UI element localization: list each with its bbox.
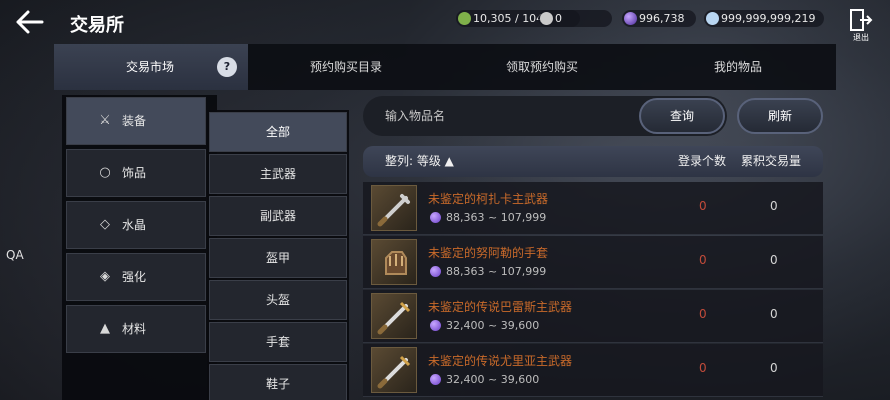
potion-icon: ▲ — [100, 321, 110, 336]
subcategory-panel: 全部 主武器 副武器 盔甲 头盔 手套 鞋子 — [207, 110, 349, 400]
exit-button[interactable]: 退出 — [848, 8, 874, 42]
category-label: 强化 — [122, 270, 147, 284]
item-price: 32,400 ~ 39,600 — [430, 319, 539, 332]
item-price: 88,363 ~ 107,999 — [430, 265, 546, 278]
purple-gem-icon — [430, 266, 441, 277]
price-range: 88,363 ~ 107,999 — [446, 265, 547, 278]
crystal-icon — [706, 12, 719, 25]
tab-label: 我的物品 — [713, 60, 762, 74]
subcategory-main-weapon[interactable]: 主武器 — [209, 154, 347, 194]
category-label: 水晶 — [122, 218, 147, 232]
table-row[interactable]: 未鉴定的努阿勒的手套 88,363 ~ 107,999 0 0 — [363, 236, 823, 289]
search-input[interactable] — [385, 96, 635, 136]
column-header-count: 登录个数 — [678, 154, 727, 168]
tab-claim-reserve[interactable]: 领取预约购买 — [444, 44, 640, 90]
currency-purple-gem: 996,738 — [622, 10, 696, 27]
crossed-swords-icon: ⚔ — [99, 113, 111, 128]
trade-volume: 0 — [770, 253, 778, 267]
help-icon[interactable]: ? — [217, 57, 237, 77]
tab-label: 交易市场 — [126, 60, 175, 74]
currency-silver: 0 — [538, 10, 612, 27]
item-price: 32,400 ~ 39,600 — [430, 373, 539, 386]
listing-count: 0 — [699, 307, 707, 321]
purple-gem-icon — [430, 374, 441, 385]
item-name: 未鉴定的传说巴雷斯主武器 — [428, 300, 573, 314]
tab-label: 领取预约购买 — [505, 60, 578, 74]
page-title: 交易所 — [70, 15, 124, 36]
trade-volume: 0 — [770, 361, 778, 375]
table-row[interactable]: 未鉴定的传说巴雷斯主武器 32,400 ~ 39,600 0 0 — [363, 290, 823, 343]
ring-icon: ○ — [99, 165, 111, 180]
gauntlet-item-icon — [371, 239, 417, 285]
category-panel: ⚔ 装备 ○ 饰品 ◇ 水晶 ◈ 强化 ▲ 材料 — [62, 95, 217, 400]
exit-door-icon — [850, 9, 873, 31]
price-range: 88,363 ~ 107,999 — [446, 211, 547, 224]
category-crystal[interactable]: ◇ 水晶 — [66, 201, 206, 249]
price-range: 32,400 ~ 39,600 — [446, 373, 540, 386]
table-row[interactable]: 未鉴定的传说尤里亚主武器 32,400 ~ 39,600 0 0 — [363, 344, 823, 397]
subcategory-all[interactable]: 全部 — [209, 112, 347, 152]
top-bar: 交易所 10,305 / 104 0 996,738 999,999,999,2… — [0, 0, 890, 44]
currency-value: 10,305 / 104 — [473, 12, 544, 25]
currency-value: 0 — [555, 12, 562, 25]
category-label: 材料 — [122, 322, 147, 336]
table-header: 整列: 等级 ▲ 登录个数 累积交易量 — [363, 146, 823, 177]
tab-label: 预约购买目录 — [309, 60, 382, 74]
category-equipment[interactable]: ⚔ 装备 — [66, 97, 206, 145]
sword-item-icon — [371, 293, 417, 339]
sword-item-icon — [371, 185, 417, 231]
item-name: 未鉴定的努阿勒的手套 — [428, 246, 549, 260]
table-row[interactable]: 未鉴定的柯扎卡主武器 88,363 ~ 107,999 0 0 — [363, 182, 823, 235]
subcategory-helmet[interactable]: 头盔 — [209, 280, 347, 320]
category-label: 装备 — [122, 114, 147, 128]
listing-count: 0 — [699, 361, 707, 375]
listing-count: 0 — [699, 199, 707, 213]
listing-count: 0 — [699, 253, 707, 267]
refresh-button[interactable]: 刷新 — [737, 98, 823, 134]
item-name: 未鉴定的柯扎卡主武器 — [428, 192, 549, 206]
silver-ball-icon — [540, 12, 553, 25]
category-accessory[interactable]: ○ 饰品 — [66, 149, 206, 197]
weight-coin-icon — [458, 12, 471, 25]
category-material[interactable]: ▲ 材料 — [66, 305, 206, 353]
trade-volume: 0 — [770, 307, 778, 321]
enhance-icon: ◈ — [100, 269, 110, 284]
item-name: 未鉴定的传说尤里亚主武器 — [428, 354, 573, 368]
currency-crystal: 999,999,999,219 — [704, 10, 824, 27]
query-button[interactable]: 查询 — [639, 98, 725, 134]
sword-item-icon — [371, 347, 417, 393]
side-label: QA — [6, 248, 24, 262]
purple-gem-icon — [430, 320, 441, 331]
subcategory-sub-weapon[interactable]: 副武器 — [209, 196, 347, 236]
category-enhance[interactable]: ◈ 强化 — [66, 253, 206, 301]
column-header-volume: 累积交易量 — [741, 154, 802, 168]
subcategory-shoes[interactable]: 鞋子 — [209, 364, 347, 400]
subcategory-gloves[interactable]: 手套 — [209, 322, 347, 362]
purple-gem-icon — [624, 12, 637, 25]
sort-button[interactable]: 整列: 等级 ▲ — [385, 146, 454, 177]
item-price: 88,363 ~ 107,999 — [430, 211, 546, 224]
price-range: 32,400 ~ 39,600 — [446, 319, 540, 332]
trade-volume: 0 — [770, 199, 778, 213]
category-label: 饰品 — [122, 166, 147, 180]
currency-value: 996,738 — [639, 12, 685, 25]
subcategory-armor[interactable]: 盔甲 — [209, 238, 347, 278]
tab-market[interactable]: 交易市场 ? — [54, 44, 248, 90]
exit-label: 退出 — [853, 33, 869, 42]
back-arrow-icon[interactable] — [14, 8, 46, 36]
purple-gem-icon — [430, 212, 441, 223]
diamond-icon: ◇ — [100, 217, 110, 232]
tab-reserve-list[interactable]: 预约购买目录 — [248, 44, 444, 90]
tab-my-items[interactable]: 我的物品 — [640, 44, 836, 90]
tab-bar: 交易市场 ? 预约购买目录 领取预约购买 我的物品 — [54, 44, 836, 90]
currency-value: 999,999,999,219 — [721, 12, 816, 25]
